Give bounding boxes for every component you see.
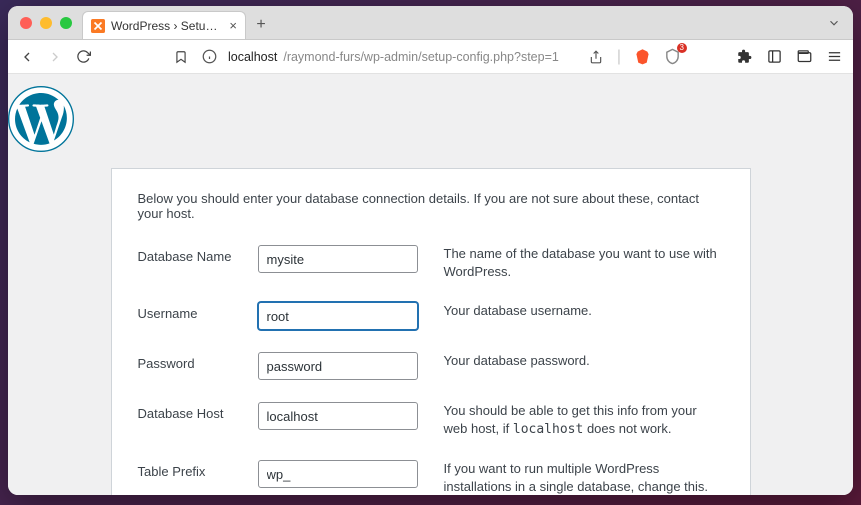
prefix-input[interactable]	[258, 460, 418, 488]
username-label: Username	[138, 294, 258, 344]
menu-icon[interactable]	[825, 49, 843, 64]
browser-tab[interactable]: WordPress › Setup Configuratio ×	[82, 11, 246, 39]
dbname-label: Database Name	[138, 237, 258, 294]
back-button[interactable]	[18, 49, 36, 65]
wordpress-logo-icon	[8, 86, 74, 152]
close-window-button[interactable]	[20, 17, 32, 29]
xampp-favicon	[91, 19, 105, 33]
url-host: localhost	[228, 50, 277, 64]
brave-rewards-icon[interactable]	[633, 48, 651, 65]
dbname-input[interactable]	[258, 245, 418, 273]
reload-button[interactable]	[74, 49, 92, 64]
password-desc: Your database password.	[428, 344, 724, 394]
browser-window: WordPress › Setup Configuratio × +	[8, 6, 853, 495]
prefix-desc: If you want to run multiple WordPress in…	[428, 452, 724, 495]
username-desc: Your database username.	[428, 294, 724, 344]
wallet-icon[interactable]	[795, 49, 813, 64]
dbname-desc: The name of the database you want to use…	[428, 237, 724, 294]
url-path: /raymond-furs/wp-admin/setup-config.php?…	[283, 50, 559, 64]
shields-badge: 3	[677, 43, 687, 53]
extensions-icon[interactable]	[735, 49, 753, 64]
chevron-down-icon[interactable]	[827, 16, 841, 30]
new-tab-button[interactable]: +	[250, 14, 272, 36]
setup-form: Database Name The name of the database y…	[138, 237, 724, 495]
dbhost-label: Database Host	[138, 394, 258, 452]
page-content: Below you should enter your database con…	[8, 74, 853, 495]
dbhost-desc: You should be able to get this info from…	[428, 394, 724, 452]
maximize-window-button[interactable]	[60, 17, 72, 29]
forward-button[interactable]	[46, 49, 64, 65]
setup-panel: Below you should enter your database con…	[111, 168, 751, 495]
username-input[interactable]	[258, 302, 418, 330]
prefix-label: Table Prefix	[138, 452, 258, 495]
close-tab-icon[interactable]: ×	[229, 18, 237, 33]
dbhost-input[interactable]	[258, 402, 418, 430]
sidebar-icon[interactable]	[765, 49, 783, 64]
password-input[interactable]	[258, 352, 418, 380]
password-label: Password	[138, 344, 258, 394]
intro-text: Below you should enter your database con…	[138, 191, 724, 221]
window-controls	[20, 17, 72, 29]
titlebar: WordPress › Setup Configuratio × +	[8, 6, 853, 40]
toolbar: localhost/raymond-furs/wp-admin/setup-co…	[8, 40, 853, 74]
minimize-window-button[interactable]	[40, 17, 52, 29]
share-icon[interactable]	[587, 50, 605, 64]
brave-shields-icon[interactable]: 3	[663, 48, 681, 65]
bookmark-icon[interactable]	[172, 50, 190, 64]
tab-title: WordPress › Setup Configuratio	[111, 19, 223, 33]
site-info-icon[interactable]	[200, 49, 218, 64]
address-bar[interactable]: localhost/raymond-furs/wp-admin/setup-co…	[228, 50, 577, 64]
